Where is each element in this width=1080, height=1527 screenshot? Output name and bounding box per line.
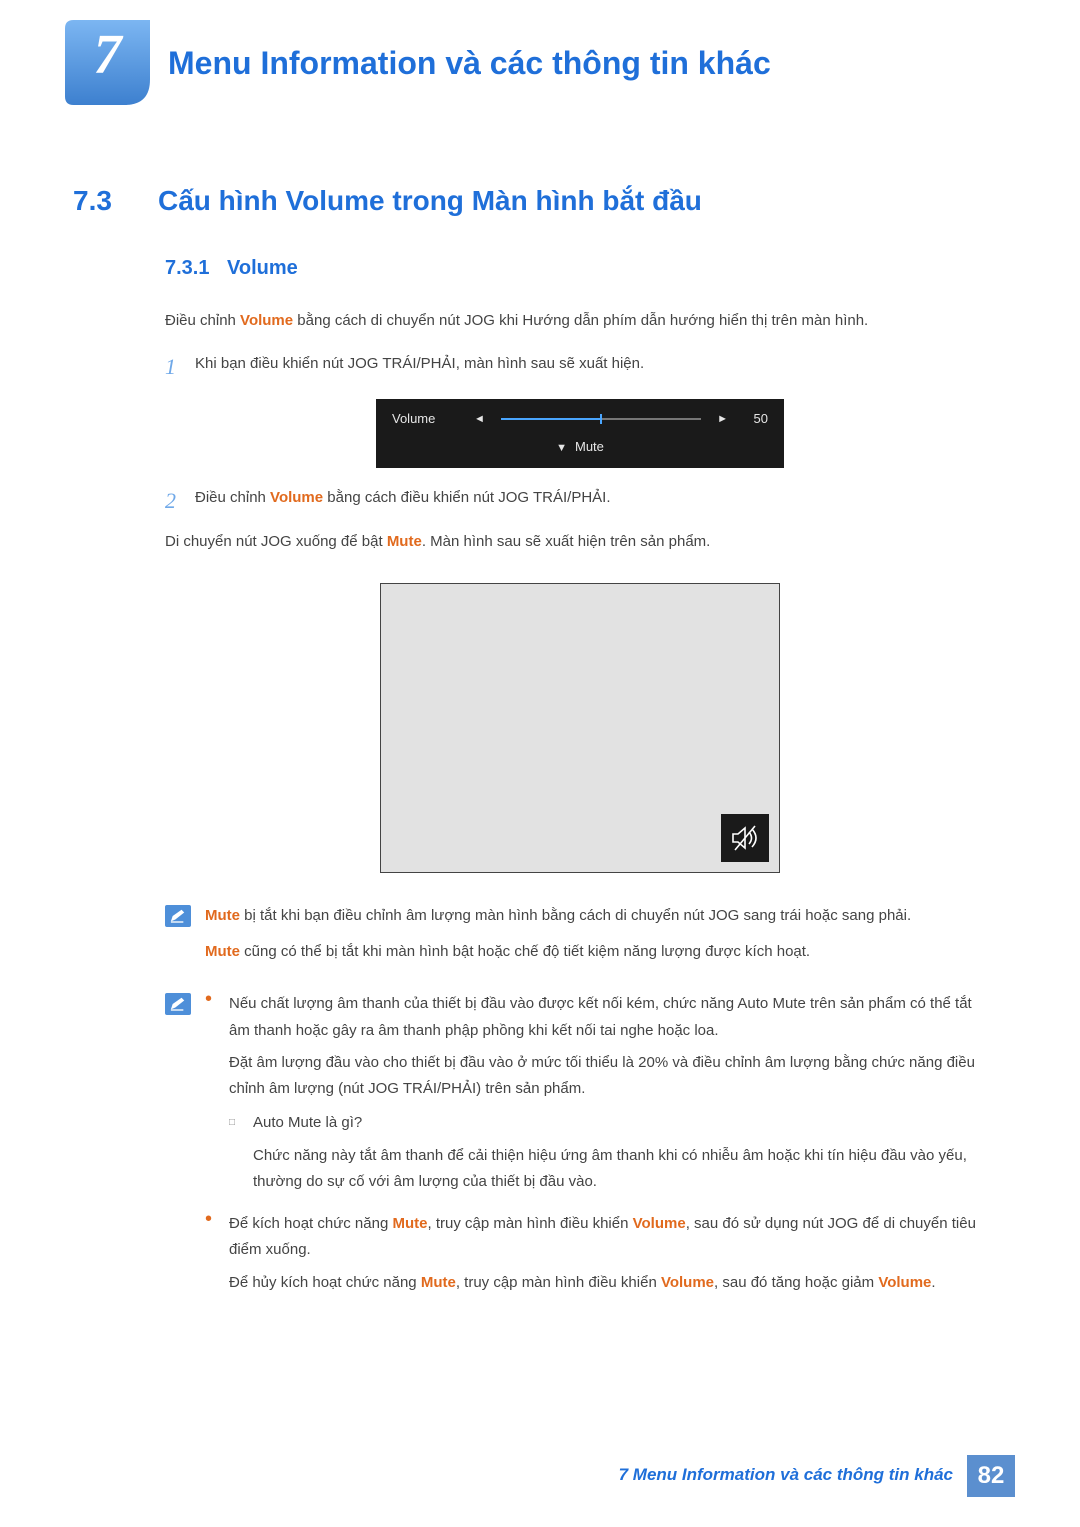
note1-p2: Mute cũng có thể bị tắt khi màn hình bật…: [205, 939, 995, 965]
subsection-number: 7.3.1: [165, 257, 209, 279]
subsection-heading: 7.3.1 Volume: [165, 257, 1015, 280]
osd-volume-label: Volume: [392, 408, 462, 430]
step-text: Khi bạn điều khiển nút JOG TRÁI/PHẢI, mà…: [195, 348, 995, 385]
intro-paragraph: Điều chỉnh Volume bằng cách di chuyển nú…: [165, 308, 995, 334]
section-heading: 7.3 Cấu hình Volume trong Màn hình bắt đ…: [73, 185, 1015, 217]
step-text: Điều chỉnh Volume bằng cách điều khiển n…: [195, 482, 995, 519]
arrow-right-icon: ►: [717, 410, 728, 429]
chapter-title: Menu Information và các thông tin khác: [168, 20, 771, 82]
volume-osd: Volume ◄ ► 50 ▼ Mute: [376, 399, 784, 468]
note2-sub-q: □ Auto Mute là gì? Chức năng này tắt âm …: [229, 1110, 995, 1195]
note2-bullet-2: • Để kích hoạt chức năng Mute, truy cập …: [205, 1211, 995, 1296]
after-step2-paragraph: Di chuyển nút JOG xuống để bật Mute. Màn…: [165, 529, 995, 555]
step-number: 1: [165, 348, 195, 385]
volume-slider-track: [501, 418, 701, 420]
osd-volume-value: 50: [740, 408, 768, 430]
footer-page-number: 82: [967, 1455, 1015, 1497]
page-footer: 7 Menu Information và các thông tin khác…: [619, 1455, 1015, 1497]
arrow-down-icon: ▼: [556, 442, 567, 454]
note2-bullet-1: • Nếu chất lượng âm thanh của thiết bị đ…: [205, 991, 995, 1203]
bullet-dot-icon: •: [205, 991, 229, 1203]
subsection-title: Volume: [227, 257, 298, 279]
body-content: Điều chỉnh Volume bằng cách di chuyển nú…: [165, 308, 995, 873]
step-2: 2 Điều chỉnh Volume bằng cách điều khiển…: [165, 482, 995, 519]
section-title: Cấu hình Volume trong Màn hình bắt đầu: [158, 185, 702, 217]
volume-slider-fill: [501, 418, 601, 420]
chapter-badge: 7: [65, 20, 150, 105]
chapter-number: 7: [65, 23, 150, 87]
step-number: 2: [165, 482, 195, 519]
note-block-2: • Nếu chất lượng âm thanh của thiết bị đ…: [165, 991, 1015, 1304]
osd-mute-label: Mute: [575, 439, 604, 454]
footer-text: 7 Menu Information và các thông tin khác: [619, 1455, 967, 1497]
chapter-header: 7 Menu Information và các thông tin khác: [65, 20, 1015, 105]
arrow-left-icon: ◄: [474, 410, 485, 429]
bullet-dot-icon: •: [205, 1211, 229, 1296]
note-block-1: Mute bị tắt khi bạn điều chỉnh âm lượng …: [165, 903, 1015, 976]
note1-p1: Mute bị tắt khi bạn điều chỉnh âm lượng …: [205, 903, 995, 929]
note-icon: [165, 905, 191, 927]
volume-slider-thumb: [600, 414, 602, 424]
mute-icon: [721, 814, 769, 862]
note-icon: [165, 993, 191, 1015]
step-1: 1 Khi bạn điều khiển nút JOG TRÁI/PHẢI, …: [165, 348, 995, 385]
mute-screen-illustration: [380, 583, 780, 873]
square-bullet-icon: □: [229, 1110, 253, 1195]
section-number: 7.3: [73, 185, 158, 217]
